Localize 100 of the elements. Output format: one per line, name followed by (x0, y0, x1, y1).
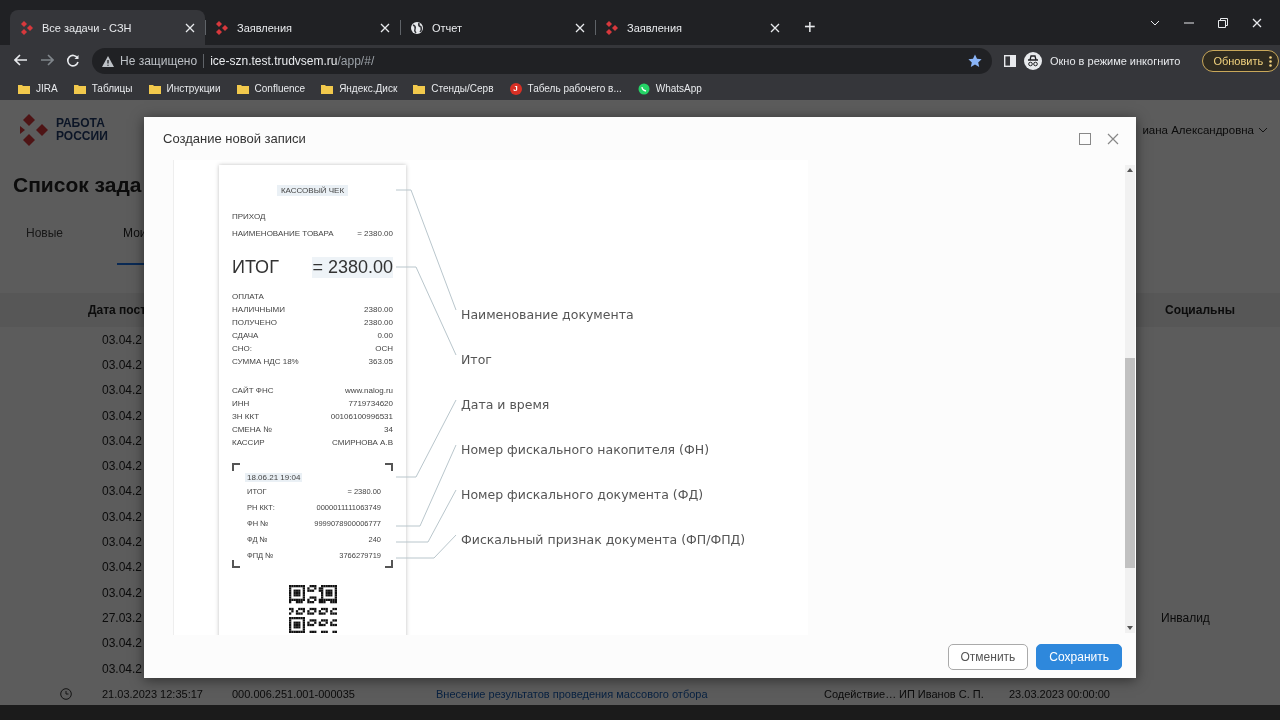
dialog-title: Создание новой записи (163, 131, 307, 146)
scroll-thumb[interactable] (1125, 358, 1135, 568)
bookmark[interactable]: Стенды/Серв (413, 83, 494, 94)
receipt-title: КАССОВЫЙ ЧЕК (276, 184, 349, 196)
receipt-line-value: 7719734620 (348, 398, 393, 410)
update-button[interactable]: Обновить (1202, 50, 1280, 72)
table-cell-text: 03.04.2 (102, 357, 144, 372)
callout-label: Наименование документа (461, 306, 634, 324)
receipt-line-value: 34 (384, 424, 393, 436)
diamonds-icon (605, 20, 619, 35)
side-panel-icon[interactable] (1004, 55, 1016, 67)
corner-mark (232, 463, 240, 471)
table-cell-text: 03.04.2 (102, 509, 144, 524)
callout-label: Дата и время (461, 396, 550, 414)
browser-tab[interactable]: Все задачи - СЗН (10, 10, 205, 45)
receipt-datetime: 18.06.21 19:04 (245, 473, 303, 482)
table-cell-text: 03.04.2 (102, 484, 144, 499)
receipt-line-value: 2380.00 (364, 304, 393, 316)
receipt-line-label: НАЛИЧНЫМИ (232, 304, 285, 316)
new-tab-button[interactable]: + (798, 10, 822, 45)
receipt-item-value: = 2380.00 (357, 228, 393, 240)
table-cell-text: 03.04.2 (102, 636, 144, 651)
cancel-button[interactable]: Отменить (947, 643, 1029, 670)
table-cell-text: ИП Иванов С. П. (899, 687, 985, 700)
diamonds-icon (215, 20, 229, 35)
table-cell-text: 23.03.2023 00:00:00 (1009, 687, 1111, 700)
receipt-line-value: www.nalog.ru (344, 385, 393, 397)
restore-icon[interactable] (1218, 17, 1228, 28)
receipt-total-label: ИТОГ (232, 256, 279, 278)
table-cell-text: 03.04.2 (102, 585, 144, 600)
bookmark[interactable]: Инструкции (148, 83, 221, 94)
qr-code-icon (288, 585, 337, 633)
back-arrow-icon[interactable] (14, 54, 28, 66)
receipt-line-label: ЗН ККТ (232, 411, 260, 423)
scrollbar[interactable] (1125, 165, 1135, 633)
browser-tab[interactable]: Заявления (205, 10, 400, 45)
address-bar[interactable]: Не защищено ice-szn.test.trudvsem.ru/app/#/ (92, 48, 992, 74)
receipt-line-value: 0.00 (377, 330, 393, 342)
folder-icon (18, 83, 30, 94)
bookmark[interactable]: Confluence (236, 83, 306, 94)
table-cell-text: 03.04.2 (102, 661, 144, 676)
globe-icon (410, 20, 424, 35)
chat-bubble-icon (637, 82, 650, 95)
bookmark-badge: J (509, 82, 522, 95)
callout-label: Фискальный признак документа (ФП/ФПД) (461, 531, 746, 549)
table-cell-text: 27.03.2 (102, 610, 144, 625)
bookmark[interactable]: JIRA (18, 83, 58, 94)
receipt-item-label: НАИМЕНОВАНИЕ ТОВАРА (232, 228, 334, 240)
table-cell-text: 03.04.2 (102, 433, 144, 448)
corner-mark (232, 560, 240, 568)
table-cell-text: 03.04.2 (102, 459, 144, 474)
table-cell-text: 03.04.2 (102, 383, 144, 398)
receipt-line-value: 363.05 (368, 356, 393, 368)
folder-icon (148, 83, 161, 94)
reload-icon[interactable] (66, 54, 80, 68)
bookmark[interactable]: J Табель рабочего в... (509, 82, 622, 95)
diamonds-icon (20, 20, 34, 35)
logo-text: РАБОТА (56, 117, 106, 130)
logo-icon (20, 114, 50, 146)
receipt-line-label: СМЕНА № (232, 424, 272, 436)
callout-label: Номер фискального накопителя (ФН) (461, 441, 710, 459)
table-cell-text: Инвалид (1161, 610, 1211, 625)
bookmark[interactable]: Таблицы (73, 83, 133, 94)
forward-arrow-icon[interactable] (40, 54, 54, 66)
incognito-icon[interactable] (1024, 52, 1042, 70)
column-header: Дата пост (88, 303, 147, 317)
minimize-icon[interactable] (1184, 21, 1194, 24)
table-cell-text: 21.03.2023 12:35:17 (102, 687, 204, 700)
table-cell-text: 000.006.251.001-000035 (232, 687, 356, 700)
receipt-line-label: КАССИР (232, 437, 265, 449)
corner-mark (385, 560, 393, 568)
logo-text: РОССИИ (56, 130, 108, 143)
security-label: Не защищено (120, 54, 198, 68)
table-cell-text: 03.04.2 (102, 332, 144, 347)
table-cell-text: Содействие… (824, 687, 898, 700)
receipt-line-value: 2380.00 (364, 317, 393, 329)
maximize-icon[interactable] (1079, 132, 1091, 145)
callout-label: Номер фискального документа (ФД) (461, 486, 704, 504)
bookmark[interactable]: WhatsApp (637, 82, 702, 95)
table-cell-text: 03.04.2 (102, 535, 144, 549)
receipt-line-value: 00106100996531 (330, 411, 393, 423)
receipt-line-label: ИНН (232, 398, 250, 410)
receipt-total-value: = 2380.00 (312, 256, 393, 278)
url-text: ice-szn.test.trudvsem.ru/app/#/ (210, 54, 375, 68)
browser-tab[interactable]: Заявления (595, 10, 790, 45)
incognito-label: Окно в режиме инкогнито (1050, 55, 1181, 67)
receipt-line-label: СУММА НДС 18% (232, 356, 299, 368)
callout-label: Итог (461, 351, 492, 369)
bookmark[interactable]: Яндекс.Диск (321, 83, 398, 94)
save-button[interactable]: Сохранить (1036, 643, 1122, 670)
scroll-up-icon[interactable] (1127, 168, 1133, 172)
folder-icon (413, 83, 426, 94)
corner-mark (385, 463, 393, 471)
more-icon[interactable] (1269, 55, 1273, 67)
receipt-line-value: ОСН (375, 343, 393, 355)
browser-tab[interactable]: Отчет (400, 10, 595, 45)
receipt-heading: ОПЛАТА (232, 291, 265, 303)
receipt-line-label: САЙТ ФНС (232, 385, 274, 397)
star-icon[interactable] (968, 54, 982, 68)
scroll-down-icon[interactable] (1127, 626, 1133, 630)
